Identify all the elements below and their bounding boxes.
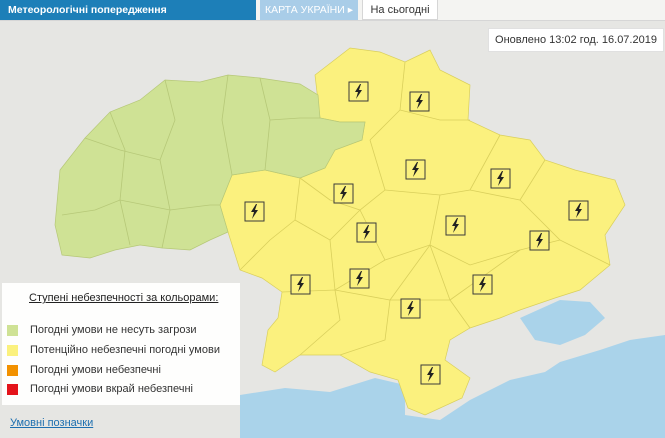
lightning-icon (348, 81, 369, 102)
lightning-icon (490, 168, 511, 189)
updated-timestamp: Оновлено 13:02 год. 16.07.2019 (488, 28, 664, 52)
legend-label: Погодні умови не несуть загрози (30, 324, 197, 336)
tab-today[interactable]: На сьогодні (362, 0, 438, 20)
legend-swatch-yellow (7, 345, 18, 356)
lightning-icon (356, 222, 377, 243)
legend-label: Потенційно небезпечні погодні умови (30, 344, 220, 356)
legend-symbols-link[interactable]: Умовні позначки (10, 417, 93, 429)
lightning-icon (244, 201, 265, 222)
legend-swatch-green (7, 325, 18, 336)
legend-label: Погодні умови вкрай небезпечні (30, 383, 193, 395)
legend-label: Погодні умови небезпечні (30, 364, 161, 376)
tab-bar: Метеорологічні попередження КАРТА УКРАЇН… (0, 0, 665, 21)
legend-title: Ступені небезпечності за кольорами: (29, 292, 219, 304)
lightning-icon (290, 274, 311, 295)
lightning-icon (445, 215, 466, 236)
legend-panel: Ступені небезпечності за кольорами: Пого… (2, 283, 240, 405)
lightning-icon (568, 200, 589, 221)
lightning-icon (400, 298, 421, 319)
lightning-icon (405, 159, 426, 180)
lightning-icon (420, 364, 441, 385)
lightning-icon (409, 91, 430, 112)
lightning-icon (529, 230, 550, 251)
tab-weather-warnings[interactable]: Метеорологічні попередження (0, 0, 256, 20)
tab-ukraine-map[interactable]: КАРТА УКРАЇНИ ▸ (260, 0, 358, 20)
lightning-icon (333, 183, 354, 204)
legend-swatch-orange (7, 365, 18, 376)
lightning-icon (472, 274, 493, 295)
legend-swatch-red (7, 384, 18, 395)
lightning-icon (349, 268, 370, 289)
